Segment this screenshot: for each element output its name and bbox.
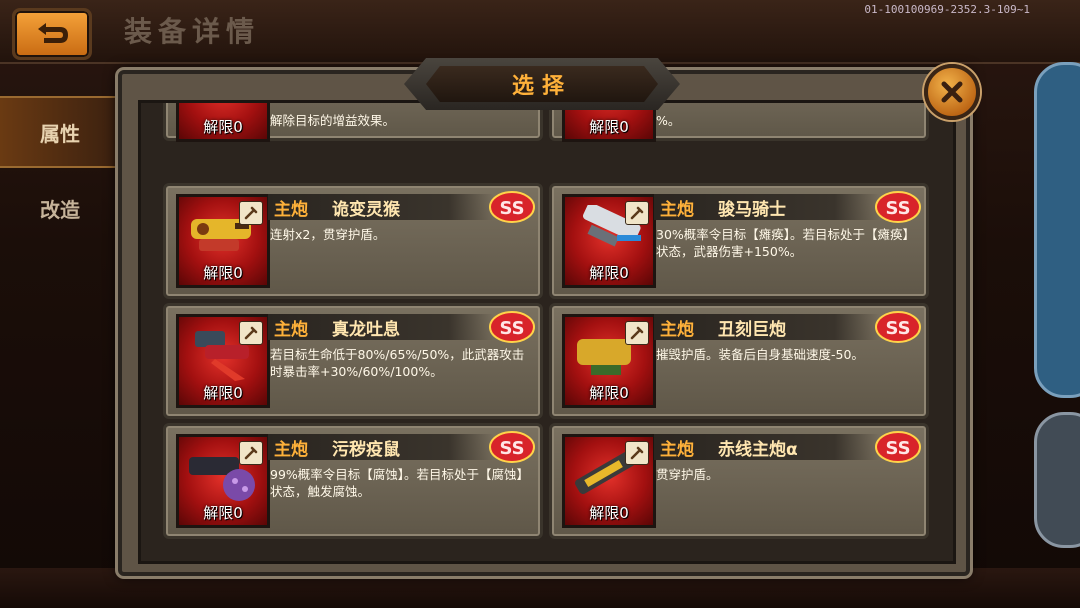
- tab-attributes-label: 属性: [40, 121, 80, 146]
- weapon-icon: 解限0: [562, 194, 656, 288]
- dialog-title: 选择: [511, 74, 572, 99]
- limit-break-label: 解限0: [203, 384, 243, 402]
- side-tabs: 属性 改造: [0, 96, 120, 242]
- wrench-icon: [239, 201, 263, 225]
- limit-break-label: 解限0: [589, 384, 629, 402]
- weapon-icon: 解限0: [176, 194, 270, 288]
- slot-type: 主炮: [660, 199, 694, 220]
- slot-type: 主炮: [274, 199, 308, 220]
- limit-break-label: 解限0: [203, 118, 243, 136]
- select-dialog: 选择 解限0 解除目标的增益效果。 解限0 %。 解限0 主炮 诡变灵猴 SS …: [118, 58, 980, 576]
- weapon-name: 丑刻巨炮: [718, 319, 786, 340]
- close-icon: [941, 81, 963, 103]
- svg-text:SS: SS: [885, 198, 910, 219]
- weapon-card[interactable]: 解限0 主炮 真龙吐息 SS 若目标生命低于80%/65%/50%，此武器攻击时…: [163, 303, 543, 419]
- limit-break-label: 解限0: [589, 504, 629, 522]
- weapon-card[interactable]: 解限0 主炮 丑刻巨炮 SS 摧毁护盾。装备后自身基础速度-50。: [549, 303, 929, 419]
- svg-text:SS: SS: [885, 438, 910, 459]
- wrench-icon: [625, 321, 649, 345]
- slot-type: 主炮: [660, 319, 694, 340]
- slot-type: 主炮: [660, 439, 694, 460]
- weapon-name-bar: 主炮 骏马骑士: [654, 194, 880, 220]
- weapon-card[interactable]: 解限0 主炮 骏马骑士 SS 30%概率令目标【瘫痪】。若目标处于【瘫痪】状态，…: [549, 183, 929, 299]
- slot-type: 主炮: [274, 439, 308, 460]
- limit-break-label: 解限0: [203, 264, 243, 282]
- weapon-name-bar: 主炮 污秽疫鼠: [268, 434, 494, 460]
- tab-modify-label: 改造: [40, 197, 80, 222]
- weapon-name: 诡变灵猴: [332, 199, 400, 220]
- build-id: 01-100100969-2352.3-109~1: [864, 3, 1030, 16]
- side-panel-blue: [1034, 62, 1080, 398]
- weapon-name-bar: 主炮 诡变灵猴: [268, 194, 494, 220]
- screen-title: 装备详情: [124, 15, 261, 48]
- limit-break-label: 解限0: [589, 264, 629, 282]
- weapon-desc: 若目标生命低于80%/65%/50%，此武器攻击时暴击率+30%/60%/100…: [270, 347, 525, 379]
- svg-text:SS: SS: [499, 318, 524, 339]
- weapon-list[interactable]: 解限0 解除目标的增益效果。 解限0 %。 解限0 主炮 诡变灵猴 SS 连射x…: [138, 100, 956, 564]
- limit-break-label: 解限0: [203, 504, 243, 522]
- wrench-icon: [239, 321, 263, 345]
- close-button[interactable]: [924, 64, 980, 120]
- weapon-icon: 解限0: [176, 103, 270, 142]
- weapon-desc: %。: [656, 113, 681, 128]
- limit-break-label: 解限0: [589, 118, 629, 136]
- weapon-desc: 贯穿护盾。: [656, 467, 719, 482]
- weapon-name: 真龙吐息: [332, 319, 400, 340]
- weapon-icon: 解限0: [176, 314, 270, 408]
- top-bar: 装备详情 01-100100969-2352.3-109~1: [0, 0, 1080, 64]
- dialog-title-plate: 选择: [404, 58, 680, 110]
- ss-rank-badge: SS: [489, 191, 535, 223]
- weapon-card[interactable]: 解限0 主炮 诡变灵猴 SS 连射x2，贯穿护盾。: [163, 183, 543, 299]
- weapon-name-bar: 主炮 真龙吐息: [268, 314, 494, 340]
- weapon-name: 赤线主炮α: [718, 439, 798, 460]
- weapon-desc: 解除目标的增益效果。: [270, 113, 396, 128]
- weapon-desc: 连射x2，贯穿护盾。: [270, 227, 386, 242]
- weapon-name: 污秽疫鼠: [332, 439, 400, 460]
- svg-text:SS: SS: [499, 438, 524, 459]
- slot-type: 主炮: [274, 319, 308, 340]
- side-panel-grey: [1034, 412, 1080, 548]
- weapon-name: 骏马骑士: [718, 199, 786, 220]
- weapon-desc: 99%概率令目标【腐蚀】。若目标处于【腐蚀】状态，触发腐蚀。: [270, 467, 530, 499]
- weapon-icon: 解限0: [562, 314, 656, 408]
- weapon-icon: 解限0: [562, 434, 656, 528]
- weapon-card[interactable]: 解限0 主炮 赤线主炮α SS 贯穿护盾。: [549, 423, 929, 539]
- wrench-icon: [625, 201, 649, 225]
- weapon-name-bar: 主炮 丑刻巨炮: [654, 314, 880, 340]
- ss-rank-badge: SS: [875, 311, 921, 343]
- ss-rank-badge: SS: [489, 311, 535, 343]
- back-arrow-icon: [38, 23, 68, 43]
- wrench-icon: [625, 441, 649, 465]
- ss-rank-badge: SS: [875, 431, 921, 463]
- weapon-card[interactable]: 解限0 主炮 污秽疫鼠 SS 99%概率令目标【腐蚀】。若目标处于【腐蚀】状态，…: [163, 423, 543, 539]
- tab-modify[interactable]: 改造: [0, 174, 120, 242]
- svg-text:SS: SS: [499, 198, 524, 219]
- tab-attributes[interactable]: 属性: [0, 96, 120, 168]
- wrench-icon: [239, 441, 263, 465]
- weapon-name-bar: 主炮 赤线主炮α: [654, 434, 880, 460]
- weapon-desc: 30%概率令目标【瘫痪】。若目标处于【瘫痪】状态，武器伤害+150%。: [656, 227, 916, 259]
- svg-text:SS: SS: [885, 318, 910, 339]
- ss-rank-badge: SS: [489, 431, 535, 463]
- back-button[interactable]: [12, 8, 92, 60]
- weapon-desc: 摧毁护盾。装备后自身基础速度-50。: [656, 347, 864, 362]
- weapon-icon: 解限0: [176, 434, 270, 528]
- ss-rank-badge: SS: [875, 191, 921, 223]
